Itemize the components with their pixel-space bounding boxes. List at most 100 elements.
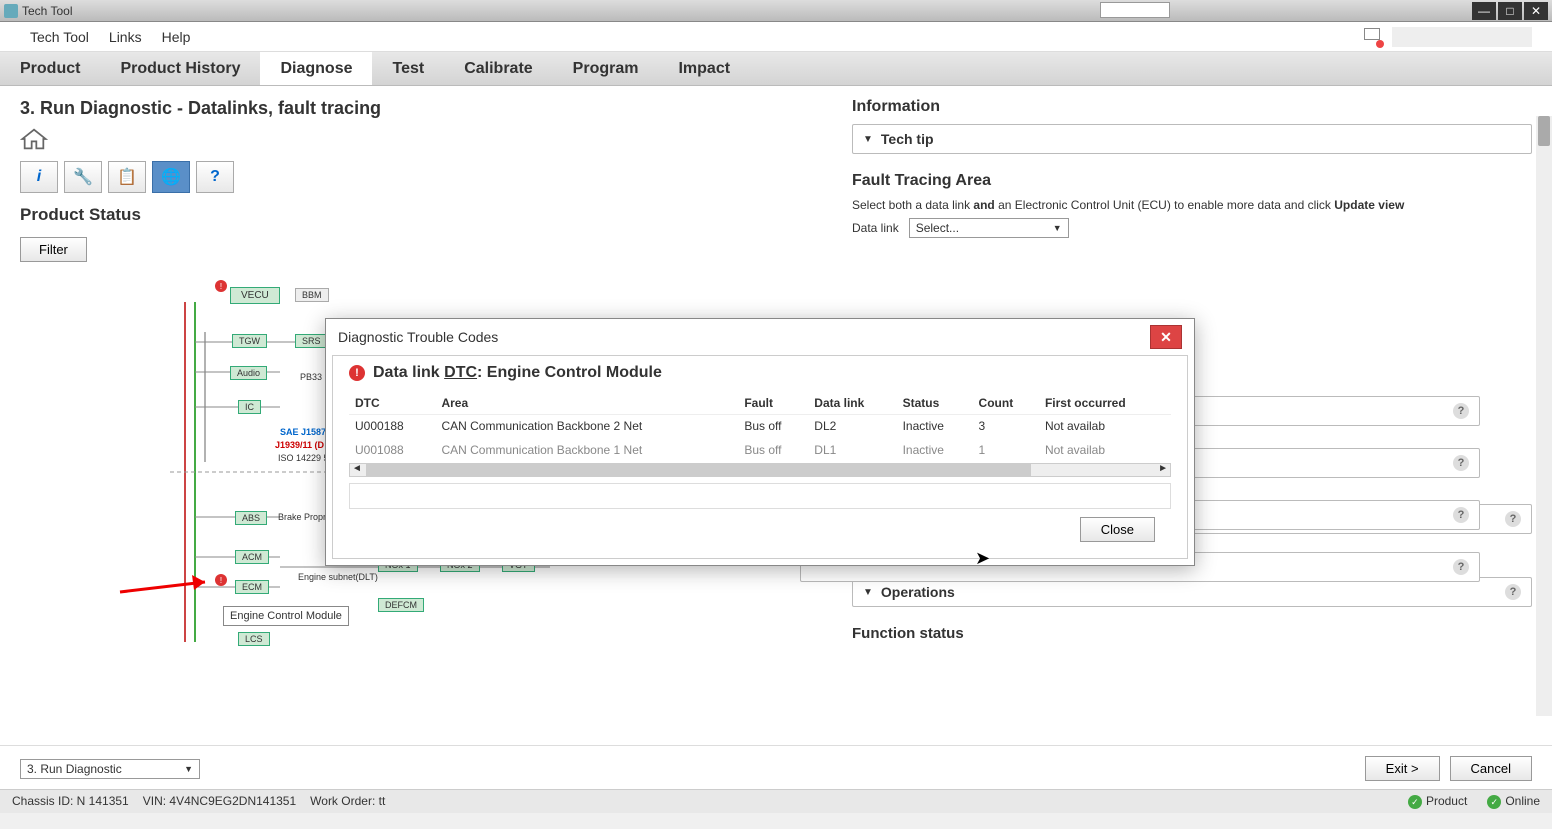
ecu-tooltip: Engine Control Module xyxy=(223,606,349,626)
nav-bar: 3. Run Diagnostic▼ Exit > Cancel xyxy=(0,745,1552,791)
status-online: ✓Online xyxy=(1487,794,1540,810)
maximize-button[interactable]: □ xyxy=(1498,2,1522,20)
check-icon: ✓ xyxy=(1487,795,1501,809)
dialog-close-button[interactable]: ✕ xyxy=(1150,325,1182,349)
table-scrollbar[interactable]: ◄ ► xyxy=(349,463,1171,477)
exit-button[interactable]: Exit > xyxy=(1365,756,1440,781)
menu-bar: Tech Tool Links Help xyxy=(0,22,1552,52)
scrollbar-thumb[interactable] xyxy=(366,464,1031,476)
page-title: 3. Run Diagnostic - Datalinks, fault tra… xyxy=(20,98,812,119)
col-status[interactable]: Status xyxy=(897,392,973,415)
data-link-label: Data link xyxy=(852,221,899,235)
menu-help[interactable]: Help xyxy=(152,25,201,49)
dialog-detail-box xyxy=(349,483,1171,509)
dtc-dialog: Diagnostic Trouble Codes ✕ ! Data link D… xyxy=(325,318,1195,566)
label-iso: ISO 14229 5 xyxy=(278,453,329,463)
col-first[interactable]: First occurred xyxy=(1039,392,1171,415)
label-j1939: J1939/11 (D xyxy=(275,440,324,450)
fault-tracing-title: Fault Tracing Area xyxy=(852,172,1532,190)
scrollbar-thumb[interactable] xyxy=(1538,116,1550,146)
chevron-down-icon: ▼ xyxy=(184,764,193,774)
help-icon[interactable]: ? xyxy=(1453,559,1469,575)
app-icon xyxy=(4,4,18,18)
tab-diagnose[interactable]: Diagnose xyxy=(260,52,372,85)
tab-test[interactable]: Test xyxy=(372,52,444,85)
scroll-left-icon[interactable]: ◄ xyxy=(352,463,362,474)
close-window-button[interactable]: ✕ xyxy=(1524,2,1548,20)
dialog-titlebar: Diagnostic Trouble Codes ✕ xyxy=(326,319,1194,355)
tab-product-history[interactable]: Product History xyxy=(100,52,260,85)
dtc-table: DTC Area Fault Data link Status Count Fi… xyxy=(349,392,1171,461)
main-tabs: Product Product History Diagnose Test Ca… xyxy=(0,52,1552,86)
tab-impact[interactable]: Impact xyxy=(658,52,750,85)
notification-icon[interactable] xyxy=(1364,28,1382,46)
status-vin: VIN: 4V4NC9EG2DN141351 xyxy=(143,794,296,808)
help-icon[interactable]: ? xyxy=(1453,455,1469,471)
ecu-lcs[interactable]: LCS xyxy=(238,632,270,646)
ecu-audio[interactable]: Audio xyxy=(230,366,267,380)
minimize-button[interactable]: — xyxy=(1472,2,1496,20)
status-chassis: Chassis ID: N 141351 xyxy=(12,794,129,808)
chevron-down-icon: ▼ xyxy=(1053,223,1062,233)
ecu-bbm[interactable]: BBM xyxy=(295,288,329,302)
info-tool-icon[interactable]: i xyxy=(20,161,58,193)
fault-help-text: Select both a data link and an Electroni… xyxy=(852,198,1532,212)
tab-calibrate[interactable]: Calibrate xyxy=(444,52,552,85)
error-indicator-ecm: ! xyxy=(215,574,227,586)
ecu-vecu[interactable]: VECU xyxy=(230,287,280,304)
globe-tool-icon[interactable]: 🌐 xyxy=(152,161,190,193)
scroll-right-icon[interactable]: ► xyxy=(1158,463,1168,474)
error-indicator-vecu: ! xyxy=(215,280,227,292)
tab-program[interactable]: Program xyxy=(553,52,659,85)
col-count[interactable]: Count xyxy=(973,392,1039,415)
ecu-tgw[interactable]: TGW xyxy=(232,334,267,348)
wrench-tool-icon[interactable]: 🔧 xyxy=(64,161,102,193)
help-icon[interactable]: ? xyxy=(1453,507,1469,523)
data-link-dropdown[interactable]: Select...▼ xyxy=(909,218,1069,238)
col-fault[interactable]: Fault xyxy=(738,392,808,415)
status-product: ✓Product xyxy=(1408,794,1467,810)
filter-button[interactable]: Filter xyxy=(20,237,87,262)
ecu-ecm[interactable]: ECM xyxy=(235,580,269,594)
table-row[interactable]: U000188 CAN Communication Backbone 2 Net… xyxy=(349,415,1171,438)
cancel-button[interactable]: Cancel xyxy=(1450,756,1532,781)
scrollbar[interactable] xyxy=(1536,116,1552,716)
help-tool-icon[interactable]: ? xyxy=(196,161,234,193)
label-engine-sub: Engine subnet(DLT) xyxy=(298,572,378,582)
status-bar: Chassis ID: N 141351 VIN: 4V4NC9EG2DN141… xyxy=(0,789,1552,814)
note-tool-icon[interactable]: 📋 xyxy=(108,161,146,193)
col-dtc[interactable]: DTC xyxy=(349,392,435,415)
table-row[interactable]: U001088 CAN Communication Backbone 1 Net… xyxy=(349,437,1171,461)
ecu-ic[interactable]: IC xyxy=(238,400,261,414)
label-sae: SAE J1587 ( xyxy=(280,427,332,437)
tech-tip-panel[interactable]: ▼ Tech tip xyxy=(852,124,1532,154)
function-status-title: Function status xyxy=(852,625,1532,642)
ecu-defcm[interactable]: DEFCM xyxy=(378,598,424,612)
tech-tip-label: Tech tip xyxy=(881,131,934,147)
help-icon[interactable]: ? xyxy=(1505,584,1521,600)
window-title-bar: Tech Tool — □ ✕ xyxy=(0,0,1552,22)
window-title: Tech Tool xyxy=(22,4,72,18)
ecu-srs[interactable]: SRS xyxy=(295,334,328,348)
tab-product[interactable]: Product xyxy=(0,52,100,85)
col-area[interactable]: Area xyxy=(435,392,738,415)
menu-tech-tool[interactable]: Tech Tool xyxy=(20,25,99,49)
home-icon[interactable] xyxy=(20,127,48,151)
help-icon[interactable]: ? xyxy=(1505,511,1521,527)
title-dropdown[interactable] xyxy=(1100,2,1170,18)
error-icon: ! xyxy=(349,365,365,381)
help-icon[interactable]: ? xyxy=(1453,403,1469,419)
menu-links[interactable]: Links xyxy=(99,25,152,49)
search-field[interactable] xyxy=(1392,27,1532,47)
product-status-title: Product Status xyxy=(20,205,812,225)
check-icon: ✓ xyxy=(1408,795,1422,809)
ecu-acm[interactable]: ACM xyxy=(235,550,269,564)
chevron-down-icon: ▼ xyxy=(863,134,873,145)
dialog-title: Diagnostic Trouble Codes xyxy=(338,329,498,345)
col-datalink[interactable]: Data link xyxy=(808,392,896,415)
step-dropdown[interactable]: 3. Run Diagnostic▼ xyxy=(20,759,200,779)
status-work-order: Work Order: tt xyxy=(310,794,385,808)
ecu-abs[interactable]: ABS xyxy=(235,511,267,525)
dialog-close-btn[interactable]: Close xyxy=(1080,517,1155,542)
information-title: Information xyxy=(852,98,1532,116)
